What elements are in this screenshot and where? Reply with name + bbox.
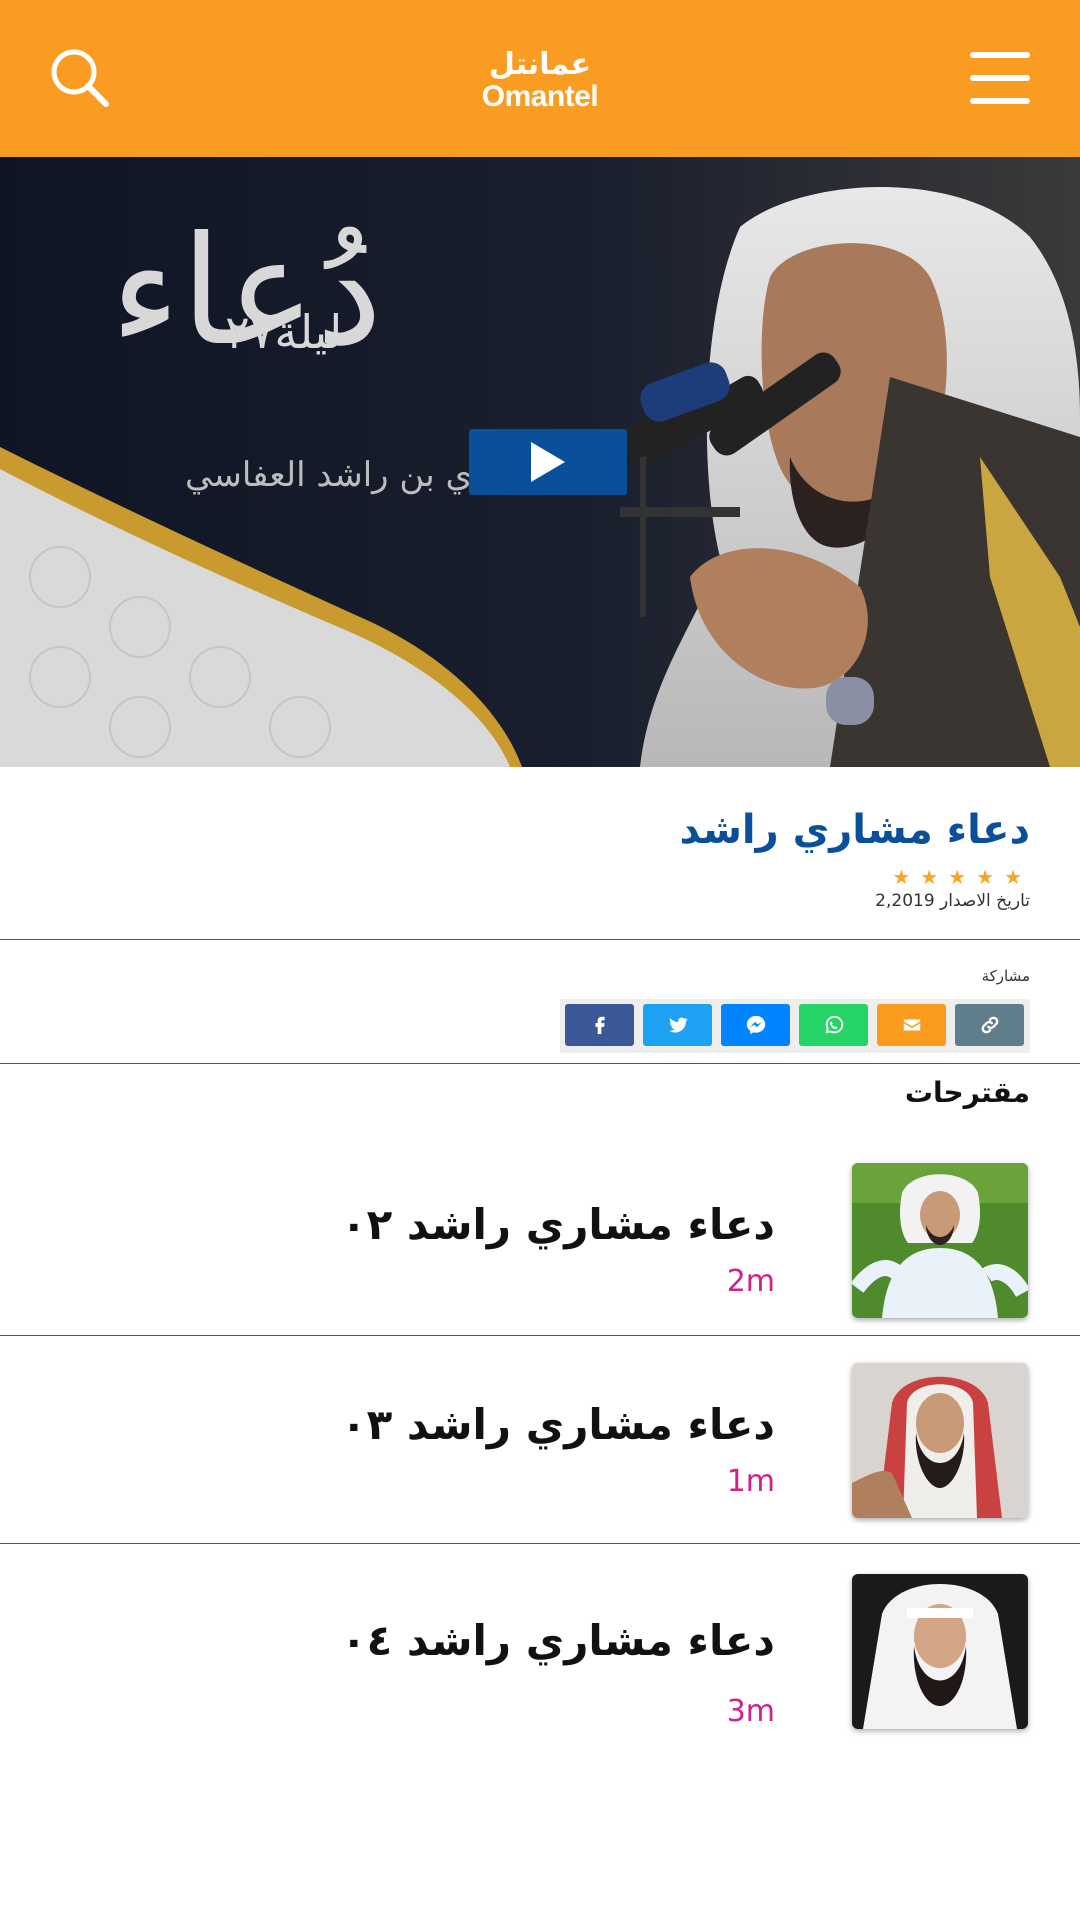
facebook-share-button[interactable] xyxy=(565,1004,634,1046)
omantel-logo[interactable]: عمانتل Omantel xyxy=(440,48,640,118)
suggestions-title: مقترحات xyxy=(904,1076,1030,1109)
hamburger-menu-icon[interactable] xyxy=(970,52,1030,104)
suggestion-duration: 3m xyxy=(726,1694,775,1729)
suggestion-thumbnail[interactable] xyxy=(852,1574,1028,1729)
suggestion-title[interactable]: دعاء مشاري راشد ٠٤ xyxy=(341,1616,775,1665)
release-label: تاريخ الاصدار xyxy=(940,891,1030,911)
messenger-share-button[interactable] xyxy=(721,1004,790,1046)
release-value: 2,2019 xyxy=(875,891,935,911)
suggestion-title[interactable]: دعاء مشاري راشد ٠٣ xyxy=(341,1400,775,1449)
logo-arabic: عمانتل xyxy=(488,47,592,82)
email-share-button[interactable] xyxy=(877,1004,946,1046)
release-date: تاريخ الاصدار 2,2019 xyxy=(875,891,1030,911)
video-hero[interactable]: دُعاء ليلة٢٧ مشاري بن راشد العفاسي xyxy=(0,157,1080,767)
logo-english: Omantel xyxy=(481,80,599,113)
hero-calligraphy-night: ليلة٢٧ xyxy=(225,305,343,359)
whatsapp-share-button[interactable] xyxy=(799,1004,868,1046)
messenger-icon xyxy=(746,1015,765,1035)
play-icon xyxy=(531,442,565,482)
share-section: مشاركة xyxy=(0,941,1080,1064)
suggestion-thumbnail[interactable] xyxy=(852,1163,1028,1318)
search-icon[interactable] xyxy=(50,48,114,112)
suggestion-thumbnail[interactable] xyxy=(852,1363,1028,1518)
copy-link-share-button[interactable] xyxy=(955,1004,1024,1046)
play-button[interactable] xyxy=(469,429,627,495)
suggestion-item[interactable]: دعاء مشاري راشد ٠٤ 3m xyxy=(0,1544,1080,1754)
link-icon xyxy=(981,1016,998,1034)
video-title: دعاء مشاري راشد xyxy=(679,807,1030,853)
video-info: دعاء مشاري راشد ★★★★★ تاريخ الاصدار 2,20… xyxy=(0,767,1080,940)
suggestion-item[interactable]: دعاء مشاري راشد ٠٣ 1m xyxy=(0,1336,1080,1543)
app-header: عمانتل Omantel xyxy=(0,0,1080,157)
share-label: مشاركة xyxy=(981,967,1030,985)
whatsapp-icon xyxy=(824,1015,843,1034)
suggestion-duration: 1m xyxy=(726,1464,775,1499)
suggestion-title[interactable]: دعاء مشاري راشد ٠٢ xyxy=(341,1200,775,1249)
twitter-share-button[interactable] xyxy=(643,1004,712,1046)
twitter-icon xyxy=(668,1017,688,1033)
share-buttons xyxy=(560,999,1030,1053)
email-icon xyxy=(903,1019,920,1031)
suggestion-item[interactable]: دعاء مشاري راشد ٠٢ 2m xyxy=(0,1160,1080,1335)
suggestion-duration: 2m xyxy=(726,1264,775,1299)
facebook-icon xyxy=(594,1016,605,1035)
rating-stars: ★★★★★ xyxy=(892,865,1032,889)
